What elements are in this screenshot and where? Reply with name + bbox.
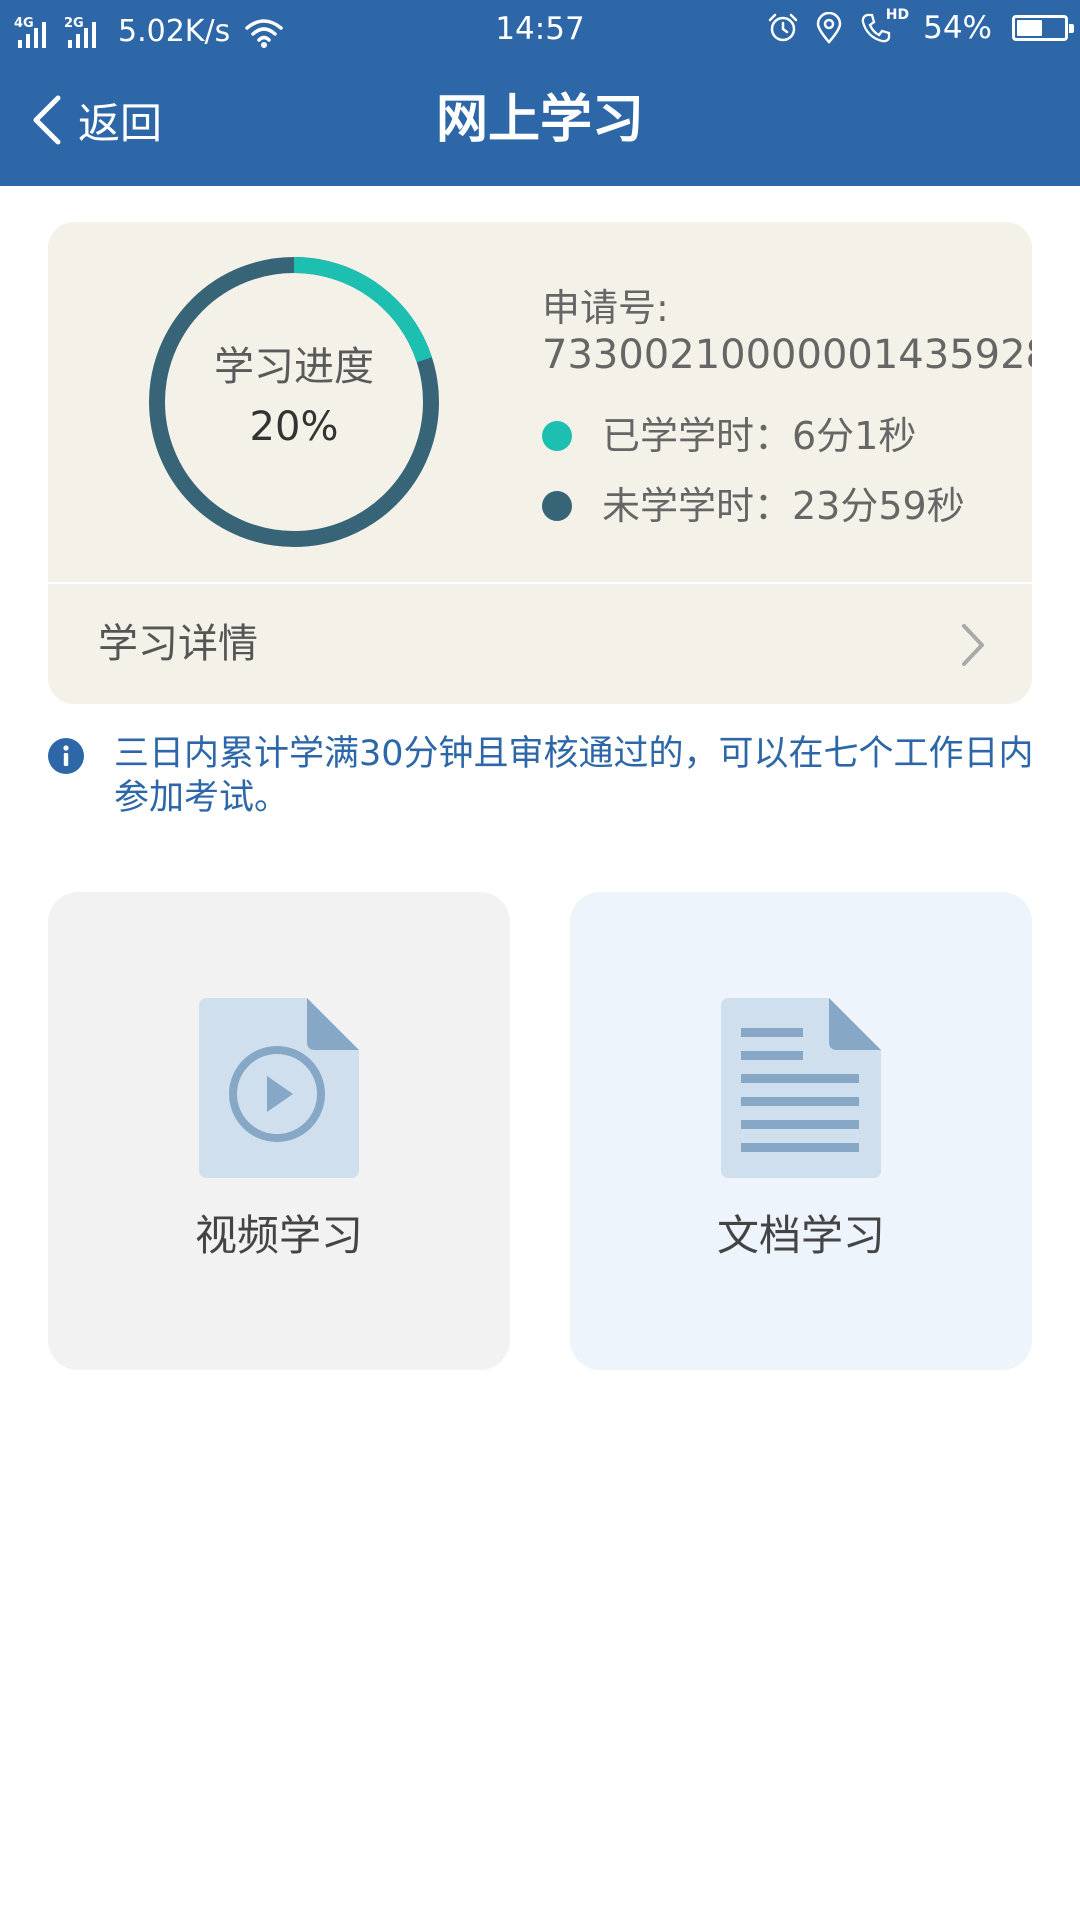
status-bar: 4G 2G 5.02K/s 14:57 HD 54%: [0, 0, 1080, 58]
phone-hd-icon: HD: [859, 7, 909, 45]
study-details-label: 学习详情: [98, 621, 258, 667]
progress-percent: 20%: [249, 404, 339, 450]
progress-card: 学习进度 20% 申请号: 73300210000001435928 已学学时：…: [48, 222, 1032, 704]
status-right: HD 54%: [767, 7, 1074, 48]
alarm-icon: [768, 13, 798, 42]
studied-time: 已学学时：6分1秒: [602, 414, 917, 458]
video-file-icon: [199, 998, 359, 1178]
study-details-row[interactable]: 学习详情: [48, 584, 1032, 704]
hd-label: HD: [885, 7, 910, 23]
video-study-tile[interactable]: 视频学习: [48, 892, 510, 1370]
document-file-icon: [721, 998, 881, 1178]
page: 4G 2G 5.02K/s 14:57 HD 54% 返回 网上学习 学习进度 …: [0, 0, 1080, 1920]
application-label: 申请号:: [542, 286, 669, 330]
legend-remaining: 未学学时：23分59秒: [542, 482, 965, 530]
chevron-right-icon: [962, 624, 984, 666]
battery-percent: 54%: [923, 10, 992, 46]
document-study-label: 文档学习: [716, 1211, 885, 1260]
nav-bar: 返回 网上学习: [0, 58, 1080, 186]
remaining-dot-icon: [542, 491, 572, 521]
document-study-tile[interactable]: 文档学习: [570, 892, 1032, 1370]
progress-label: 学习进度: [214, 344, 374, 390]
video-study-label: 视频学习: [194, 1211, 363, 1260]
studied-dot-icon: [542, 421, 572, 451]
legend-studied: 已学学时：6分1秒: [542, 412, 916, 460]
battery-icon: [1012, 15, 1074, 41]
top-bar: 4G 2G 5.02K/s 14:57 HD 54% 返回 网上学习: [0, 0, 1080, 186]
location-icon: [816, 12, 842, 44]
remaining-time: 未学学时：23分59秒: [602, 484, 965, 528]
notice-text: 三日内累计学满30分钟且审核通过的，可以在七个工作日内参加考试。: [114, 734, 1034, 818]
application-number: 73300210000001435928: [542, 332, 1032, 378]
page-title: 网上学习: [435, 90, 644, 150]
info-icon: [48, 738, 84, 774]
